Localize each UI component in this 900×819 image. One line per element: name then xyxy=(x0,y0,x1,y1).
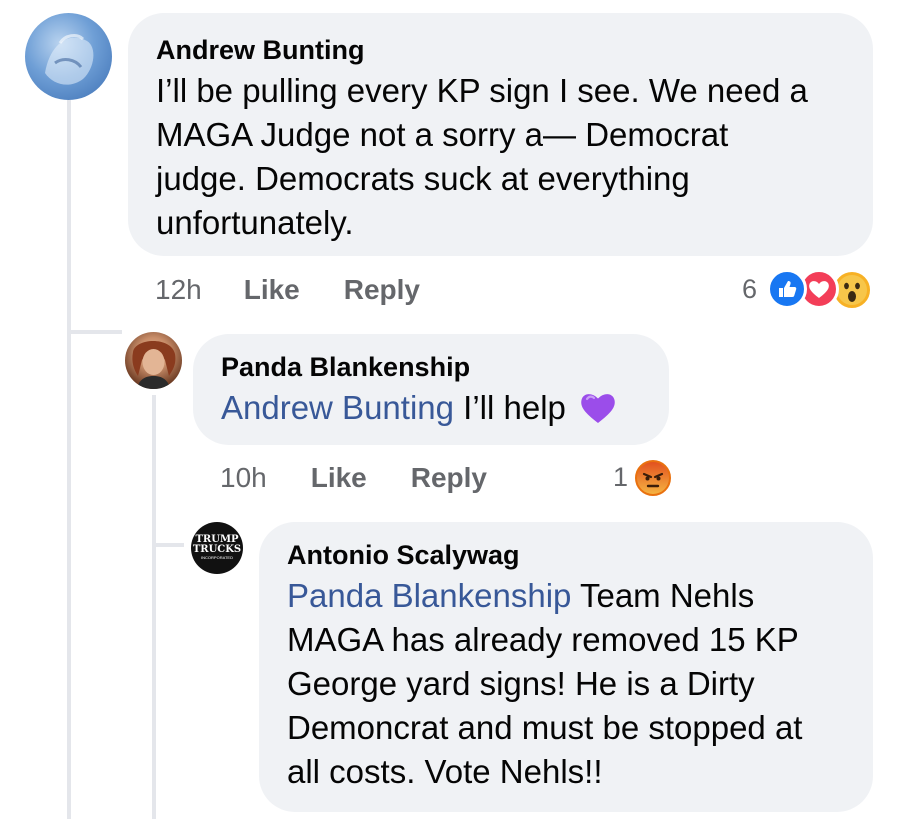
purple-heart-icon xyxy=(581,394,615,423)
thread-line-main xyxy=(67,100,71,819)
reaction-count[interactable]: 6 xyxy=(742,274,757,305)
reaction-count[interactable]: 1 xyxy=(613,462,628,493)
comment-timestamp[interactable]: 12h xyxy=(155,274,202,306)
like-button[interactable]: Like xyxy=(311,462,367,494)
comment-text-line: George yard signs! He is a Dirty xyxy=(287,665,755,702)
comment-author[interactable]: Panda Blankenship xyxy=(221,350,641,384)
avatar-antonio-scalywag[interactable]: TRUMP TRUCKS INCORPORATED xyxy=(191,522,243,574)
comment-text-line: all costs. Vote Nehls!! xyxy=(287,753,603,790)
comment-actions: 10h Like Reply xyxy=(220,460,487,496)
avatar-andrew-bunting[interactable] xyxy=(25,13,112,100)
comment-text-line: I’ll be pulling every KP sign I see. We … xyxy=(156,72,808,109)
profile-photo-image xyxy=(132,341,176,389)
mention-link[interactable]: Panda Blankenship xyxy=(287,577,571,614)
comment-actions: 12h Like Reply xyxy=(155,272,420,308)
thread-connector-reply2 xyxy=(152,543,184,547)
reply-button[interactable]: Reply xyxy=(411,462,487,494)
comment-text-line: MAGA Judge not a sorry a— Democrat xyxy=(156,116,729,153)
like-icon xyxy=(767,269,807,309)
bison-avatar-image xyxy=(45,34,94,85)
mention-link[interactable]: Andrew Bunting xyxy=(221,389,454,426)
comment-text-line: MAGA has already removed 15 KP xyxy=(287,621,799,658)
thread-connector-reply1 xyxy=(67,330,122,334)
reply-button[interactable]: Reply xyxy=(344,274,420,306)
comment-text: Andrew Bunting I’ll help xyxy=(221,386,641,430)
like-button[interactable]: Like xyxy=(244,274,300,306)
avatar-logo-text-mid: TRUCKS xyxy=(192,544,242,555)
comment-text-line: unfortunately. xyxy=(156,204,354,241)
comment-bubble-antonio: Antonio Scalywag Panda Blankenship Team … xyxy=(259,522,873,812)
comment-text-body: I’ll help xyxy=(463,389,566,426)
comment-text-line: Panda Blankenship Team Nehls xyxy=(287,574,845,618)
comment-bubble-andrew: Andrew Bunting I’ll be pulling every KP … xyxy=(128,13,873,256)
avatar-logo-text-bottom: INCORPORATED xyxy=(201,555,233,560)
comment-text-body: Team Nehls xyxy=(579,577,755,614)
comment-bubble-panda: Panda Blankenship Andrew Bunting I’ll he… xyxy=(193,334,669,445)
comment-text-line: Demoncrat and must be stopped at xyxy=(287,709,803,746)
avatar-panda-blankenship[interactable] xyxy=(125,332,182,389)
comment-timestamp[interactable]: 10h xyxy=(220,462,267,494)
comment-author[interactable]: Antonio Scalywag xyxy=(287,538,845,572)
thread-line-reply1 xyxy=(152,395,156,819)
angry-icon xyxy=(632,457,674,499)
comment-author[interactable]: Andrew Bunting xyxy=(156,33,845,67)
comment-text-line: judge. Democrats suck at everything xyxy=(156,160,690,197)
